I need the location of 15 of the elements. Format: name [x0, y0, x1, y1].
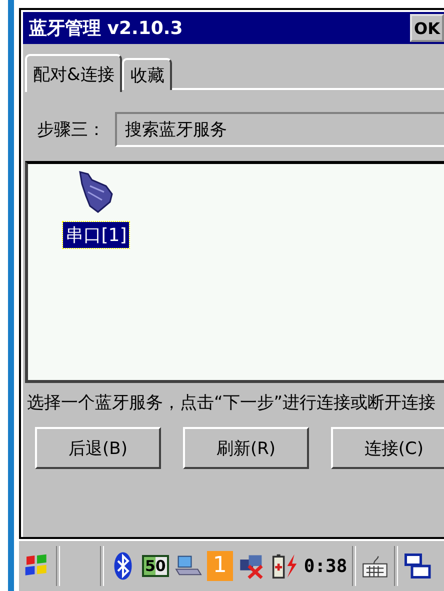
ok-button[interactable]: OK	[410, 14, 444, 42]
tab[interactable]: 收藏	[122, 58, 172, 90]
windows-icon[interactable]	[403, 551, 432, 581]
serial-plug-icon	[76, 170, 116, 214]
signal-badge[interactable]: 50	[142, 555, 169, 577]
clock[interactable]: 0:38	[304, 556, 348, 576]
action-button[interactable]: 刷新(R)	[183, 427, 309, 469]
step-label: 步骤三：	[37, 119, 105, 141]
action-button[interactable]: 连接(C)	[331, 427, 444, 469]
window-title: 蓝牙管理 v2.10.3	[29, 17, 183, 40]
action-button[interactable]: 后退(B)	[35, 427, 161, 469]
step-field: 搜索蓝牙服务	[115, 112, 444, 147]
service-item[interactable]: 串口[1]	[63, 222, 129, 248]
tab[interactable]: 配对&连接	[25, 54, 122, 92]
hint-text: 选择一个蓝牙服务，点击“下一步”进行连接或断开连接	[26, 392, 437, 415]
